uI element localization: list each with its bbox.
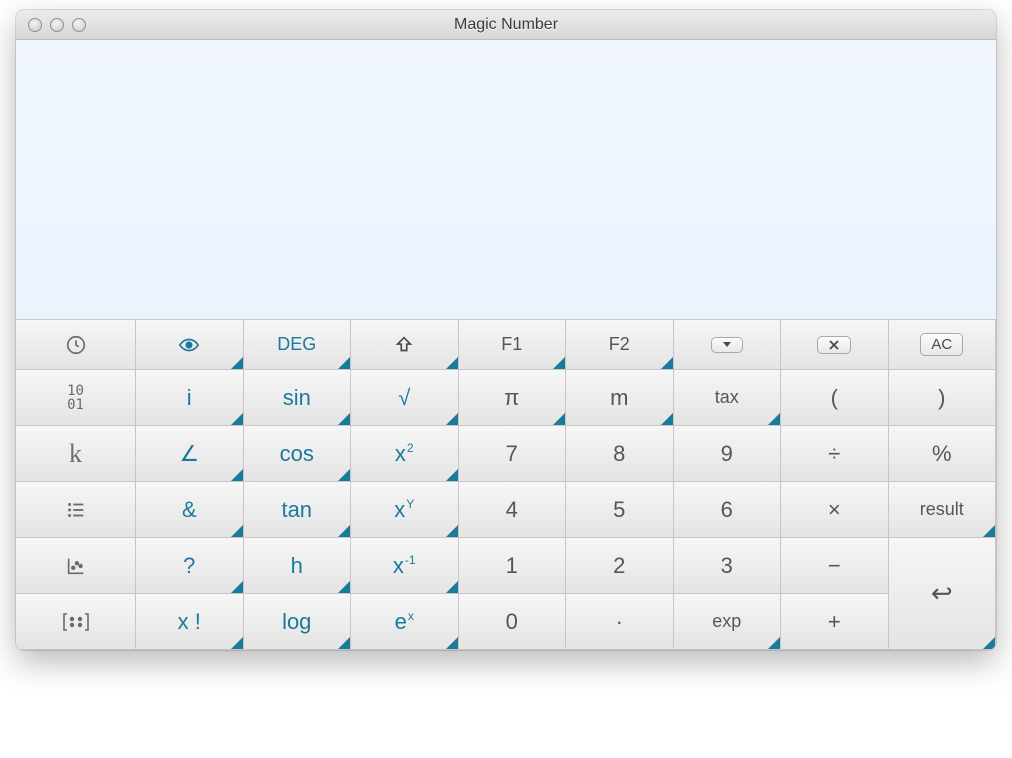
exp-button[interactable]: exp: [674, 594, 782, 650]
view-button[interactable]: [136, 320, 244, 370]
allclear-button[interactable]: AC: [889, 320, 997, 370]
f1-button[interactable]: F1: [459, 320, 567, 370]
percent-button[interactable]: %: [889, 426, 997, 482]
amp-button[interactable]: &: [136, 482, 244, 538]
lparen-button[interactable]: (: [781, 370, 889, 426]
scatter-icon: [65, 555, 87, 577]
plus-button[interactable]: +: [781, 594, 889, 650]
log-button[interactable]: log: [244, 594, 352, 650]
result-button[interactable]: result: [889, 482, 997, 538]
shift-button[interactable]: [351, 320, 459, 370]
question-button[interactable]: ?: [136, 538, 244, 594]
traffic-lights: [16, 18, 86, 32]
angle-button[interactable]: ∠: [136, 426, 244, 482]
angle-mode-button[interactable]: DEG: [244, 320, 352, 370]
f1-label: F1: [501, 334, 522, 355]
pi-button[interactable]: π: [459, 370, 567, 426]
matrix-icon: [62, 612, 90, 632]
digit-4-button[interactable]: 4: [459, 482, 567, 538]
triangle-down-icon: [722, 340, 732, 350]
x-inverse-button[interactable]: x-1: [351, 538, 459, 594]
zoom-button[interactable]: [72, 18, 86, 32]
minimize-button[interactable]: [50, 18, 64, 32]
tax-button[interactable]: tax: [674, 370, 782, 426]
ac-label: AC: [920, 333, 963, 356]
cos-button[interactable]: cos: [244, 426, 352, 482]
eye-icon: [178, 334, 200, 356]
x-power-y-button[interactable]: xY: [351, 482, 459, 538]
digit-3-button[interactable]: 3: [674, 538, 782, 594]
clear-button[interactable]: [781, 320, 889, 370]
digit-7-button[interactable]: 7: [459, 426, 567, 482]
list-icon: [65, 499, 87, 521]
f2-label: F2: [609, 334, 630, 355]
x-squared-button[interactable]: x2: [351, 426, 459, 482]
k-button[interactable]: k: [16, 426, 136, 482]
multiply-button[interactable]: ×: [781, 482, 889, 538]
digit-0-button[interactable]: 0: [459, 594, 567, 650]
matrix-button[interactable]: [16, 594, 136, 650]
digit-1-button[interactable]: 1: [459, 538, 567, 594]
bits-icon: 10 01: [67, 384, 84, 412]
titlebar: Magic Number: [16, 10, 996, 40]
scatter-button[interactable]: [16, 538, 136, 594]
rparen-button[interactable]: ): [889, 370, 997, 426]
app-window: Magic Number DEG F1 F2: [16, 10, 996, 650]
history-button[interactable]: [16, 320, 136, 370]
clock-icon: [65, 334, 87, 356]
close-button[interactable]: [28, 18, 42, 32]
m-button[interactable]: m: [566, 370, 674, 426]
enter-button[interactable]: ↩: [889, 538, 997, 650]
dropdown-button[interactable]: [674, 320, 782, 370]
digit-5-button[interactable]: 5: [566, 482, 674, 538]
window-title: Magic Number: [16, 16, 996, 34]
tan-button[interactable]: tan: [244, 482, 352, 538]
x-pill: [817, 336, 851, 354]
digit-8-button[interactable]: 8: [566, 426, 674, 482]
dropdown-pill: [711, 337, 743, 353]
deg-label: DEG: [277, 334, 316, 355]
divide-button[interactable]: ÷: [781, 426, 889, 482]
calc-display: [16, 40, 996, 320]
factorial-button[interactable]: x !: [136, 594, 244, 650]
list-button[interactable]: [16, 482, 136, 538]
sin-button[interactable]: sin: [244, 370, 352, 426]
shift-icon: [393, 334, 415, 356]
digit-9-button[interactable]: 9: [674, 426, 782, 482]
dot-button[interactable]: ·: [566, 594, 674, 650]
e-power-x-button[interactable]: ex: [351, 594, 459, 650]
f2-button[interactable]: F2: [566, 320, 674, 370]
sqrt-button[interactable]: √: [351, 370, 459, 426]
bits-button[interactable]: 10 01: [16, 370, 136, 426]
digit-6-button[interactable]: 6: [674, 482, 782, 538]
x-icon: [828, 339, 840, 351]
digit-2-button[interactable]: 2: [566, 538, 674, 594]
minus-button[interactable]: −: [781, 538, 889, 594]
keypad: DEG F1 F2 AC 10 01 i si: [16, 320, 996, 650]
h-button[interactable]: h: [244, 538, 352, 594]
i-button[interactable]: i: [136, 370, 244, 426]
